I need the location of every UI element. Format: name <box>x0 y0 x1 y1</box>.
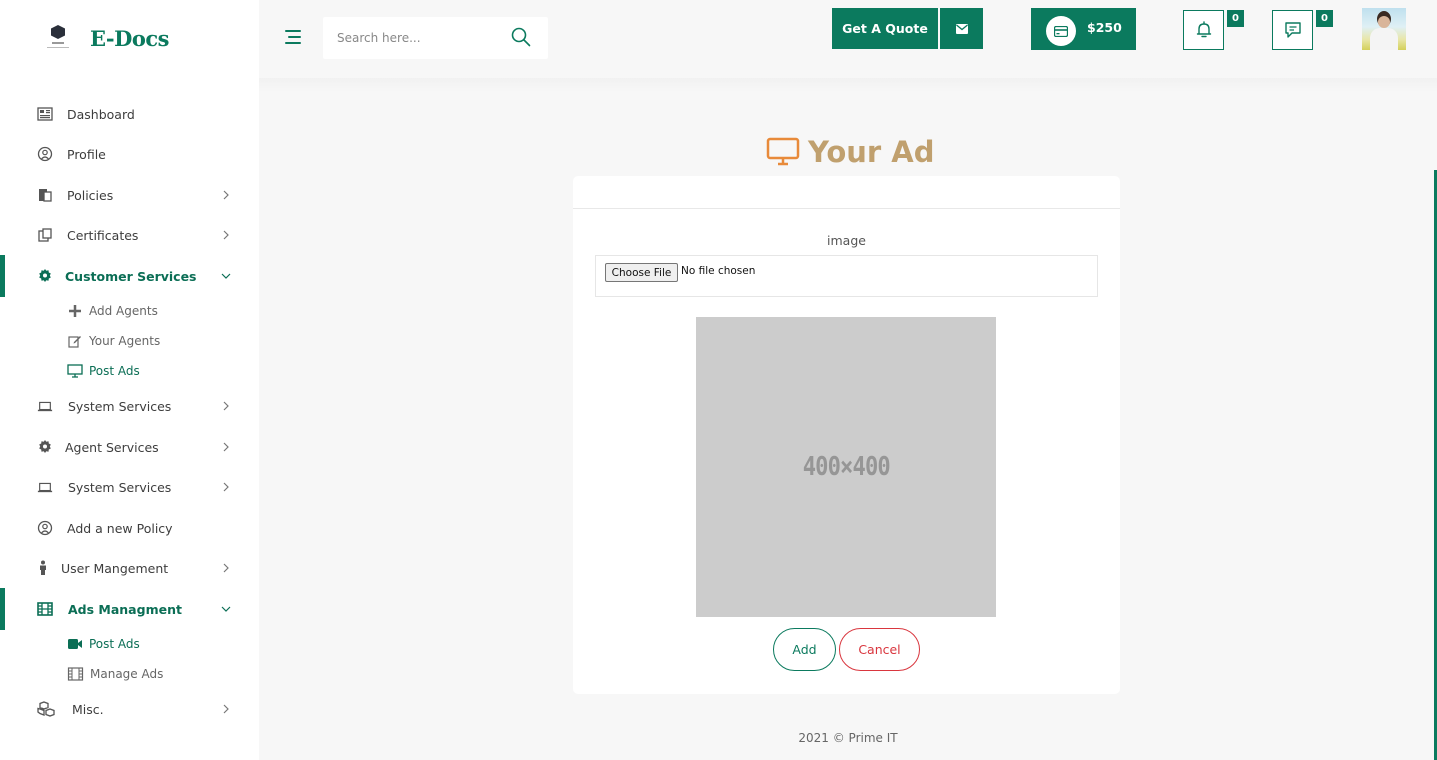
sidebar-item-system-services[interactable]: System Services <box>0 386 259 426</box>
video-icon <box>68 639 82 649</box>
choose-file-button[interactable]: Choose File <box>605 263 678 282</box>
sidebar-item-dashboard[interactable]: Dashboard <box>0 94 259 134</box>
file-input[interactable]: Choose File No file chosen <box>595 255 1098 297</box>
mail-button[interactable] <box>940 8 983 49</box>
sidebar-subitem-post-ads[interactable]: Post Ads <box>67 361 140 381</box>
wallet-button[interactable]: $250 <box>1031 8 1136 50</box>
search-input[interactable] <box>337 28 507 48</box>
ad-form-card: image Choose File No file chosen 400×400… <box>573 176 1120 694</box>
add-button[interactable]: Add <box>773 628 836 671</box>
chat-icon <box>1284 22 1301 38</box>
chevron-right-icon <box>223 704 229 714</box>
sidebar-item-customer-services[interactable]: Customer Services <box>0 256 259 296</box>
edit-icon <box>68 336 81 348</box>
sidebar-item-label: Dashboard <box>67 106 135 122</box>
sidebar-item-label: Misc. <box>72 701 104 717</box>
cubes-icon <box>37 701 55 717</box>
sidebar-item-user-management[interactable]: User Mangement <box>0 548 259 588</box>
sidebar-item-label: Policies <box>67 187 114 203</box>
search-box <box>323 17 548 59</box>
sidebar-subitem-your-agents[interactable]: Your Agents <box>67 331 160 351</box>
page-title: Your Ad <box>766 134 935 170</box>
menu-toggle-icon[interactable] <box>283 27 303 47</box>
sidebar-item-label: Customer Services <box>65 268 197 284</box>
sidebar-subitem-manage-ads[interactable]: Manage Ads <box>67 664 163 684</box>
sidebar-item-label: Agent Services <box>65 439 159 455</box>
sidebar-item-label: Ads Managment <box>68 601 182 617</box>
sidebar-item-agent-services[interactable]: Agent Services <box>0 427 259 467</box>
sidebar-item-label: Profile <box>67 146 106 162</box>
chevron-right-icon <box>223 442 229 452</box>
chevron-down-icon <box>221 606 231 612</box>
image-preview: 400×400 <box>696 317 996 617</box>
policies-icon <box>39 189 52 202</box>
chevron-down-icon <box>221 273 231 279</box>
sidebar-subitem-label: Your Agents <box>89 334 161 348</box>
sidebar-item-misc[interactable]: Misc. <box>0 689 259 729</box>
monitor-icon <box>67 364 83 378</box>
bell-icon <box>1196 21 1211 38</box>
sidebar-item-add-policy[interactable]: Add a new Policy <box>0 508 259 548</box>
dashboard-icon <box>37 107 53 121</box>
chevron-right-icon <box>223 230 229 240</box>
chevron-right-icon <box>223 401 229 411</box>
certificates-icon <box>38 228 52 242</box>
image-preview-text: 400×400 <box>802 452 890 482</box>
chevron-right-icon <box>223 482 229 492</box>
laptop-icon <box>37 482 53 493</box>
profile-icon <box>37 520 53 536</box>
gear-icon <box>39 440 51 453</box>
sidebar-subitem-label: Post Ads <box>89 637 140 651</box>
get-quote-button[interactable]: Get A Quote <box>832 8 938 49</box>
sidebar-subitem-label: Post Ads <box>89 364 140 378</box>
card-divider <box>573 208 1120 209</box>
sidebar: E-Docs Dashboard Profile Policies Certif… <box>0 0 259 760</box>
file-status: No file chosen <box>681 265 756 277</box>
sidebar-subitem-post-ads-2[interactable]: Post Ads <box>67 634 140 654</box>
sidebar-subitem-label: Manage Ads <box>90 667 164 681</box>
wallet-icon <box>1046 16 1076 46</box>
film-icon <box>67 667 84 681</box>
footer: 2021 © Prime IT <box>798 731 898 745</box>
cancel-button[interactable]: Cancel <box>839 628 920 671</box>
brand[interactable]: E-Docs <box>44 22 169 54</box>
sidebar-item-label: Certificates <box>67 227 139 243</box>
sidebar-item-label: System Services <box>68 398 172 414</box>
plus-icon <box>69 305 81 317</box>
chevron-right-icon <box>223 190 229 200</box>
sidebar-item-label: User Mangement <box>61 560 169 576</box>
topbar-divider <box>259 78 1437 92</box>
mail-icon <box>955 23 968 34</box>
avatar[interactable] <box>1362 8 1406 50</box>
page-title-text: Your Ad <box>808 135 935 169</box>
search-icon[interactable] <box>511 27 531 47</box>
gear-icon <box>39 269 51 282</box>
monitor-icon <box>766 137 800 166</box>
messages-count: 0 <box>1316 10 1333 27</box>
sidebar-subitem-label: Add Agents <box>89 304 158 318</box>
logo-icon <box>44 22 72 54</box>
messages-button[interactable] <box>1272 10 1313 50</box>
laptop-icon <box>37 401 53 412</box>
sidebar-item-policies[interactable]: Policies <box>0 175 259 215</box>
profile-icon <box>37 146 53 162</box>
notifications-button[interactable] <box>1183 10 1224 50</box>
sidebar-item-profile[interactable]: Profile <box>0 134 259 174</box>
sidebar-item-label: System Services <box>68 479 172 495</box>
sidebar-item-ads-management[interactable]: Ads Managment <box>0 589 259 629</box>
sidebar-item-certificates[interactable]: Certificates <box>0 215 259 255</box>
sidebar-item-system-services-2[interactable]: System Services <box>0 467 259 507</box>
wallet-amount: $250 <box>1087 20 1122 35</box>
chevron-right-icon <box>223 563 229 573</box>
image-field-label: image <box>827 233 866 248</box>
person-icon <box>40 560 46 575</box>
notifications-count: 0 <box>1227 10 1244 27</box>
sidebar-item-label: Add a new Policy <box>67 520 173 536</box>
film-icon <box>37 602 53 616</box>
sidebar-subitem-add-agents[interactable]: Add Agents <box>67 301 158 321</box>
brand-name: E-Docs <box>90 25 169 51</box>
